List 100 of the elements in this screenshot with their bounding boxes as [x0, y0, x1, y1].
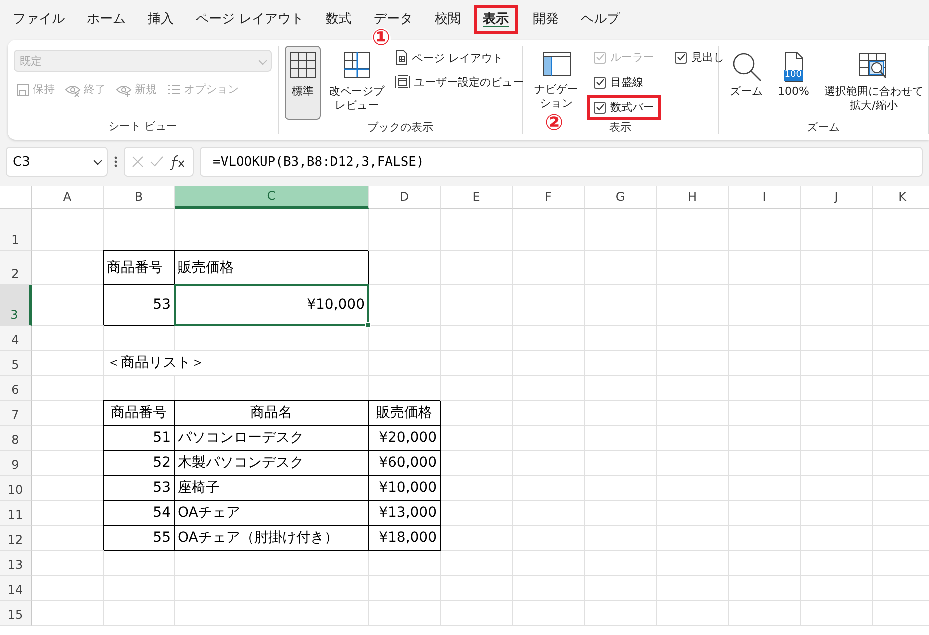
- checkbox[interactable]: [675, 52, 688, 64]
- empty-cell: [801, 576, 873, 601]
- empty-cell: [513, 285, 585, 326]
- navigation-pane-icon: [542, 51, 572, 77]
- empty-cell: [441, 576, 513, 601]
- empty-cell: [513, 451, 585, 476]
- name-box[interactable]: C3: [6, 147, 108, 177]
- ribbon-tab[interactable]: 開発: [524, 5, 568, 34]
- empty-cell: [369, 285, 441, 326]
- zoom-button[interactable]: 100 100%: [772, 46, 816, 120]
- empty-cell: [585, 426, 657, 451]
- column-header[interactable]: C: [175, 186, 369, 209]
- empty-cell: [585, 401, 657, 426]
- formula-field[interactable]: =VLOOKUP(B3,B8:D12,3,FALSE): [200, 147, 923, 177]
- column-header[interactable]: G: [585, 186, 657, 209]
- empty-cell: [729, 476, 801, 501]
- empty-cell: [585, 376, 657, 401]
- empty-cell: [729, 209, 801, 251]
- ribbon-tab[interactable]: 表示: [474, 5, 518, 34]
- row-header[interactable]: 9: [0, 451, 32, 476]
- view-button[interactable]: 標準: [285, 46, 321, 120]
- empty-cell: [657, 326, 729, 351]
- column-header[interactable]: D: [369, 186, 441, 209]
- list-title: ＜商品リスト＞: [104, 351, 369, 376]
- row-header[interactable]: 14: [0, 576, 32, 601]
- ribbon-tab[interactable]: 挿入: [139, 5, 183, 34]
- empty-cell: [657, 601, 729, 626]
- more-icon: [114, 155, 118, 169]
- column-header[interactable]: J: [801, 186, 873, 209]
- table-cell: ¥60,000: [369, 451, 441, 476]
- empty-cell: [441, 476, 513, 501]
- row-header[interactable]: 5: [0, 351, 32, 376]
- empty-cell: [729, 351, 801, 376]
- fill-handle[interactable]: [365, 322, 371, 328]
- empty-cell: [729, 326, 801, 351]
- row-header[interactable]: 4: [0, 326, 32, 351]
- empty-cell: [369, 209, 441, 251]
- empty-cell: [513, 526, 585, 551]
- empty-cell: [801, 551, 873, 576]
- column-header[interactable]: A: [32, 186, 104, 209]
- row-header[interactable]: 11: [0, 501, 32, 526]
- view-button[interactable]: ユーザー設定のビュー: [393, 74, 526, 90]
- view-button[interactable]: ページ レイアウト: [393, 50, 526, 66]
- table-cell: パソコンローデスク: [175, 426, 369, 451]
- row-header[interactable]: 12: [0, 526, 32, 551]
- empty-cell: [513, 501, 585, 526]
- enter-icon: [150, 155, 164, 169]
- checkbox[interactable]: [594, 102, 606, 114]
- table-cell: 55: [104, 526, 175, 551]
- ribbon-tab[interactable]: ページ レイアウト: [187, 5, 314, 34]
- checkbox[interactable]: [594, 76, 606, 88]
- ribbon-tab[interactable]: ファイル: [4, 5, 74, 34]
- empty-cell: [729, 426, 801, 451]
- checkbox-label: 見出し: [691, 50, 724, 65]
- row-header[interactable]: 2: [0, 251, 32, 285]
- ribbon-tab[interactable]: ヘルプ: [572, 5, 630, 34]
- empty-cell: [585, 209, 657, 251]
- row-header[interactable]: 10: [0, 476, 32, 501]
- empty-cell: [729, 251, 801, 285]
- empty-cell: [801, 351, 873, 376]
- row-header[interactable]: 13: [0, 551, 32, 576]
- table-cell: 商品番号: [104, 251, 175, 285]
- table-header-cell: 商品番号: [104, 401, 175, 426]
- row-header[interactable]: 3: [0, 285, 32, 326]
- empty-cell: [801, 451, 873, 476]
- empty-cell: [513, 401, 585, 426]
- empty-cell: [513, 351, 585, 376]
- empty-cell: [801, 285, 873, 326]
- row-header[interactable]: 6: [0, 376, 32, 401]
- empty-cell: [801, 376, 873, 401]
- row-header[interactable]: 8: [0, 426, 32, 451]
- row-header[interactable]: 1: [0, 209, 32, 251]
- table-cell: ¥18,000: [369, 526, 441, 551]
- empty-cell: [513, 551, 585, 576]
- empty-cell: [513, 426, 585, 451]
- empty-cell: [369, 326, 441, 351]
- empty-cell: [585, 501, 657, 526]
- zoom-button[interactable]: 選択範囲に合わせて拡大/縮小: [819, 46, 929, 120]
- column-header[interactable]: F: [513, 186, 585, 209]
- column-header[interactable]: E: [441, 186, 513, 209]
- table-cell: OAチェア（肘掛け付き）: [175, 526, 369, 551]
- ribbon-tab[interactable]: 校閲: [426, 5, 470, 34]
- row-header[interactable]: 15: [0, 601, 32, 626]
- row-header[interactable]: 7: [0, 401, 32, 426]
- column-header[interactable]: I: [729, 186, 801, 209]
- ribbon-tab[interactable]: 数式: [317, 5, 362, 34]
- checkbox-option[interactable]: 数式バー: [587, 95, 662, 120]
- empty-cell: [441, 251, 513, 285]
- empty-cell: [729, 451, 801, 476]
- empty-cell: [801, 501, 873, 526]
- empty-cell: [441, 426, 513, 451]
- empty-cell: [585, 251, 657, 285]
- empty-cell: [585, 576, 657, 601]
- column-header[interactable]: H: [657, 186, 729, 209]
- empty-cell: [729, 376, 801, 401]
- ribbon-tab[interactable]: ホーム: [78, 5, 135, 34]
- checkbox-option[interactable]: 目盛線: [587, 70, 662, 95]
- column-header[interactable]: B: [104, 186, 175, 209]
- checkbox-label: 目盛線: [610, 75, 644, 90]
- empty-cell: [657, 526, 729, 551]
